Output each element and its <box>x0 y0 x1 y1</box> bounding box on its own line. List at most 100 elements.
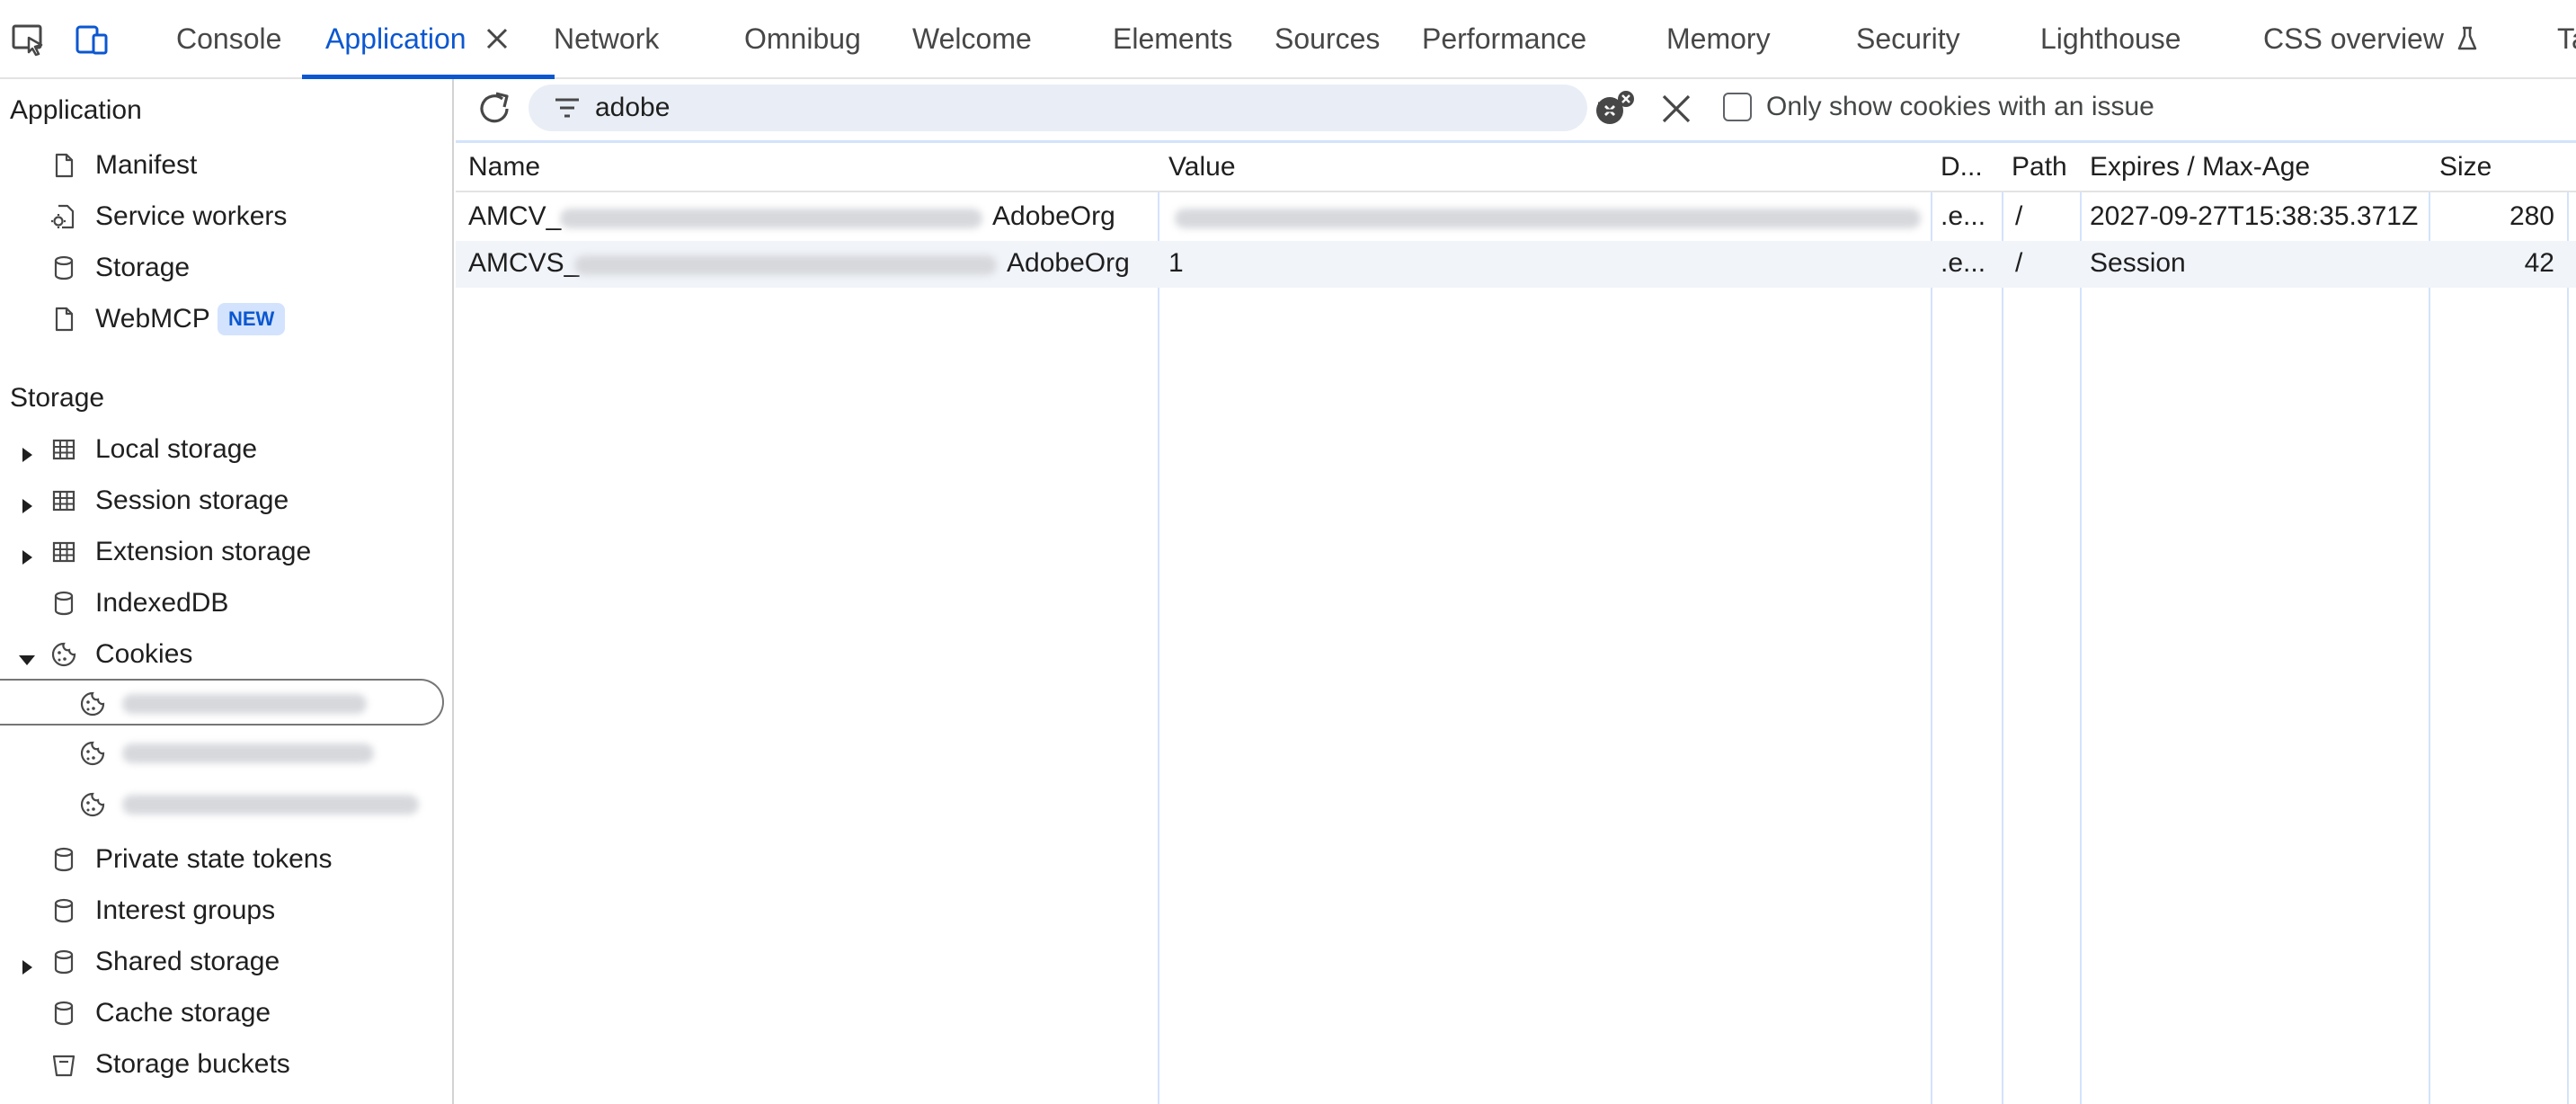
table-icon <box>50 539 77 565</box>
cookie-name-suffix: AdobeOrg <box>992 201 1115 231</box>
close-icon <box>1660 93 1692 125</box>
column-header-value[interactable]: Value <box>1168 152 1236 183</box>
sidebar-item-local-storage[interactable]: Local storage <box>0 426 445 473</box>
table-icon <box>50 436 77 463</box>
cookie-domain: .e... <box>1941 248 1986 278</box>
tab-memory[interactable]: Memory <box>1666 0 1771 77</box>
redacted-origin <box>122 694 367 714</box>
file-icon <box>50 152 77 179</box>
section-title-storage: Storage <box>10 383 105 413</box>
column-header-expires[interactable]: Expires / Max-Age <box>2090 152 2310 183</box>
tab-lighthouse[interactable]: Lighthouse <box>2040 0 2181 77</box>
bucket-icon <box>50 1051 77 1078</box>
expand-arrow-icon[interactable] <box>18 441 36 462</box>
redacted-cookie-value <box>1175 209 1921 228</box>
collapse-arrow-icon[interactable] <box>18 645 36 665</box>
cookie-expires: Session <box>2090 248 2186 278</box>
table-row[interactable]: AMCVS_ AdobeOrg 1 .e... / Session 42 <box>456 241 2576 288</box>
column-header-path[interactable]: Path <box>2012 152 2067 183</box>
redacted-origin <box>122 743 374 763</box>
application-sidebar: Application Manifest Service workers Sto… <box>0 79 454 1104</box>
cookie-origin-item[interactable] <box>0 730 445 777</box>
expand-arrow-icon[interactable] <box>18 492 36 513</box>
sidebar-item-extension-storage[interactable]: Extension storage <box>0 529 445 575</box>
refresh-icon <box>475 89 514 129</box>
redacted-name-part <box>574 255 997 275</box>
cookie-expires: 2027-09-27T15:38:35.371Z <box>2090 201 2419 231</box>
cookies-toolbar: adobe Only show cookies with an issue <box>456 79 2576 138</box>
cookie-path: / <box>2015 201 2023 231</box>
cookie-path: / <box>2015 248 2023 278</box>
database-icon <box>50 1000 77 1027</box>
sidebar-item-indexeddb[interactable]: IndexedDB <box>0 580 445 627</box>
sidebar-item-shared-storage[interactable]: Shared storage <box>0 939 445 985</box>
tab-console[interactable]: Console <box>176 0 281 77</box>
cookie-domain: .e... <box>1941 201 1986 231</box>
expand-arrow-icon[interactable] <box>18 543 36 565</box>
redacted-name-part <box>560 209 982 228</box>
cookie-name-prefix: AMCVS_ <box>468 248 580 278</box>
database-icon <box>50 948 77 975</box>
tab-network[interactable]: Network <box>554 0 659 77</box>
inspect-element-icon[interactable] <box>9 20 49 59</box>
tab-overflow[interactable]: Ta <box>2557 0 2576 77</box>
only-issues-checkbox[interactable] <box>1723 93 1752 121</box>
clear-all-cookies-button[interactable] <box>1595 88 1637 129</box>
device-toolbar-icon[interactable] <box>72 20 111 59</box>
filter-input[interactable]: adobe <box>529 85 1623 131</box>
cookie-icon <box>79 791 106 818</box>
sidebar-item-interest-groups[interactable]: Interest groups <box>0 887 445 934</box>
database-icon <box>50 846 77 873</box>
cookie-icon <box>79 740 106 767</box>
expand-arrow-icon[interactable] <box>18 953 36 975</box>
database-icon <box>50 254 77 281</box>
delete-selected-button[interactable] <box>1657 89 1696 129</box>
filter-icon <box>554 96 581 124</box>
section-title-application: Application <box>10 95 142 125</box>
sidebar-item-private-state-tokens[interactable]: Private state tokens <box>0 836 445 883</box>
tab-elements[interactable]: Elements <box>1113 0 1232 77</box>
gear-file-icon <box>50 203 77 230</box>
close-icon[interactable] <box>484 26 510 51</box>
tab-application[interactable]: Application <box>302 0 554 79</box>
cookie-size: 280 <box>2509 201 2554 231</box>
sidebar-item-storage-overview[interactable]: Storage <box>0 245 445 291</box>
cookie-origin-item[interactable] <box>0 781 445 828</box>
database-icon <box>50 897 77 924</box>
cookie-name-suffix: AdobeOrg <box>1007 248 1130 278</box>
sidebar-item-session-storage[interactable]: Session storage <box>0 477 445 524</box>
database-icon <box>50 590 77 617</box>
cookie-value: 1 <box>1168 248 1184 278</box>
cookie-icon <box>79 690 106 717</box>
table-row[interactable]: AMCV_ AdobeOrg .e... / 2027-09-27T15:38:… <box>456 194 2576 241</box>
column-header-name[interactable]: Name <box>468 152 540 183</box>
table-icon <box>50 487 77 514</box>
column-header-domain[interactable]: D... <box>1941 152 1983 183</box>
sidebar-item-service-workers[interactable]: Service workers <box>0 193 445 240</box>
only-issues-checkbox-label[interactable]: Only show cookies with an issue <box>1766 92 2154 122</box>
sidebar-item-webmcp[interactable]: WebMCP NEW <box>0 296 445 343</box>
cookie-icon <box>50 641 77 668</box>
tab-welcome[interactable]: Welcome <box>912 0 1032 77</box>
filter-input-value[interactable]: adobe <box>595 93 670 123</box>
flask-icon <box>2456 25 2478 52</box>
cookie-origin-item-selected[interactable] <box>0 679 444 726</box>
table-header: Name Value D... Path Expires / Max-Age S… <box>456 143 2576 192</box>
column-header-size[interactable]: Size <box>2439 152 2492 183</box>
clear-all-filter-icon <box>1596 91 1636 127</box>
tab-css-overview[interactable]: CSS overview <box>2263 0 2478 77</box>
cookies-table: Name Value D... Path Expires / Max-Age S… <box>456 140 2576 1104</box>
new-badge: NEW <box>218 303 286 335</box>
refresh-button[interactable] <box>472 86 517 131</box>
file-icon <box>50 306 77 333</box>
sidebar-item-storage-buckets[interactable]: Storage buckets <box>0 1041 445 1088</box>
cookie-name-prefix: AMCV_ <box>468 201 562 231</box>
sidebar-item-cookies[interactable]: Cookies <box>0 631 445 678</box>
devtools-tab-bar: Console Application Network Omnibug Welc… <box>0 0 2576 79</box>
sidebar-item-manifest[interactable]: Manifest <box>0 142 445 189</box>
tab-sources[interactable]: Sources <box>1275 0 1380 77</box>
tab-performance[interactable]: Performance <box>1422 0 1586 77</box>
sidebar-item-cache-storage[interactable]: Cache storage <box>0 990 445 1037</box>
tab-security[interactable]: Security <box>1856 0 1960 77</box>
tab-omnibug[interactable]: Omnibug <box>744 0 861 77</box>
